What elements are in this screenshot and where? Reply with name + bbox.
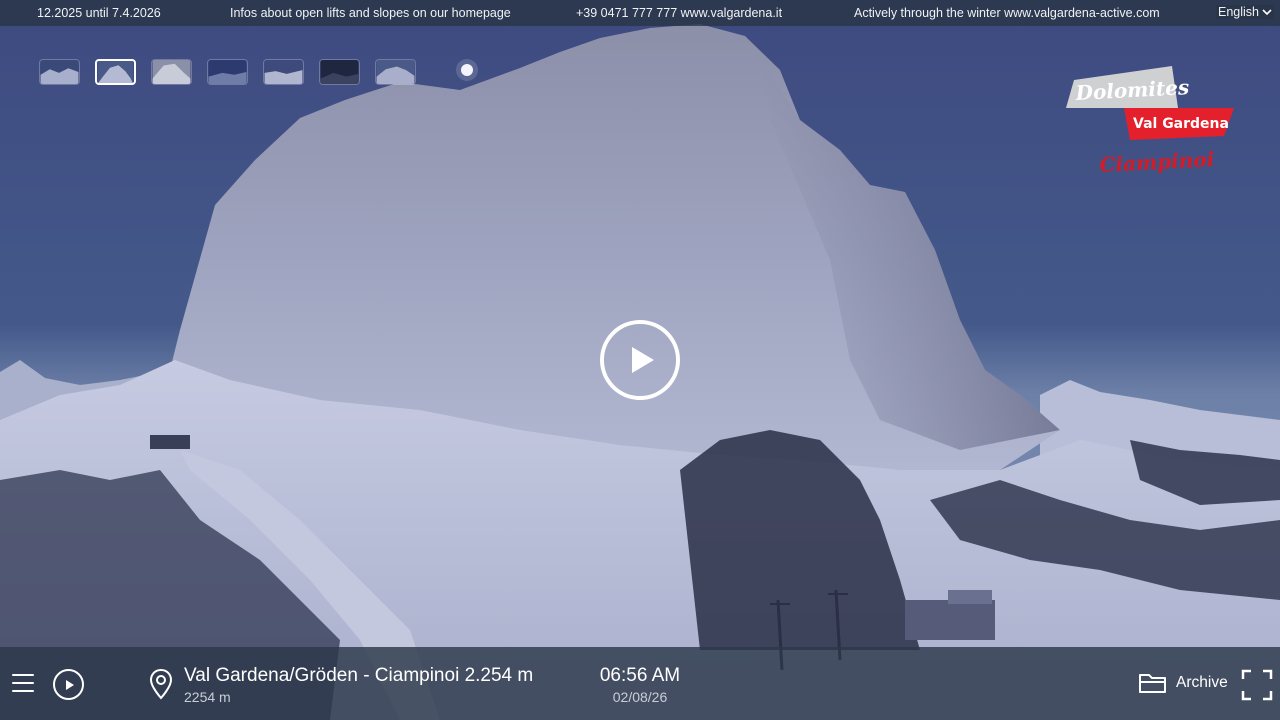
menu-button[interactable] — [12, 674, 34, 694]
play-button[interactable] — [600, 320, 680, 400]
play-icon — [65, 679, 74, 690]
ticker-item: Infos about open lifts and slopes on our… — [230, 6, 511, 20]
archive-label: Archive — [1176, 674, 1228, 691]
webcam-thumbnails — [39, 59, 416, 85]
language-selector[interactable]: English — [1216, 5, 1274, 19]
timelapse-play-button[interactable] — [53, 669, 84, 700]
hamburger-line — [12, 682, 34, 684]
capture-time: 06:56 AM — [599, 665, 681, 686]
webcam-thumbnail[interactable] — [151, 59, 192, 85]
bottom-control-bar: Val Gardena/Gröden - Ciampinoi 2.254 m 2… — [0, 647, 1280, 720]
dolomites-val-gardena-logo: Dolomites Val Gardena Ciampinoi — [1064, 64, 1240, 184]
webcam-thumbnail[interactable] — [375, 59, 416, 85]
language-label: English — [1218, 5, 1259, 19]
ticker-item: Actively through the winter www.valgarde… — [854, 6, 1160, 20]
ticker-item: 12.2025 until 7.4.2026 — [37, 6, 161, 20]
capture-date: 02/08/26 — [612, 689, 668, 705]
play-icon — [631, 347, 654, 373]
location-title: Val Gardena/Gröden - Ciampinoi 2.254 m — [184, 665, 534, 686]
archive-button[interactable]: Archive — [1138, 671, 1228, 695]
webcam-thumbnail[interactable] — [95, 59, 136, 85]
location-altitude: 2254 m — [184, 689, 231, 705]
webcam-thumbnail[interactable] — [263, 59, 304, 85]
location-pin-icon — [149, 668, 173, 700]
webcam-thumbnail[interactable] — [319, 59, 360, 85]
webcam-thumbnail[interactable] — [39, 59, 80, 85]
hamburger-line — [12, 690, 34, 692]
folder-icon — [1139, 674, 1166, 693]
ticker-item: +39 0471 777 777 www.valgardena.it — [576, 6, 783, 20]
svg-text:Val Gardena: Val Gardena — [1133, 116, 1229, 132]
hamburger-line — [12, 674, 34, 676]
info-ticker: 12.2025 until 7.4.2026 Infos about open … — [0, 0, 1280, 26]
fullscreen-icon[interactable] — [1241, 669, 1273, 701]
svg-text:Ciampinoi: Ciampinoi — [1099, 147, 1215, 177]
chevron-down-icon — [1262, 9, 1272, 16]
webcam-thumbnail[interactable] — [207, 59, 248, 85]
